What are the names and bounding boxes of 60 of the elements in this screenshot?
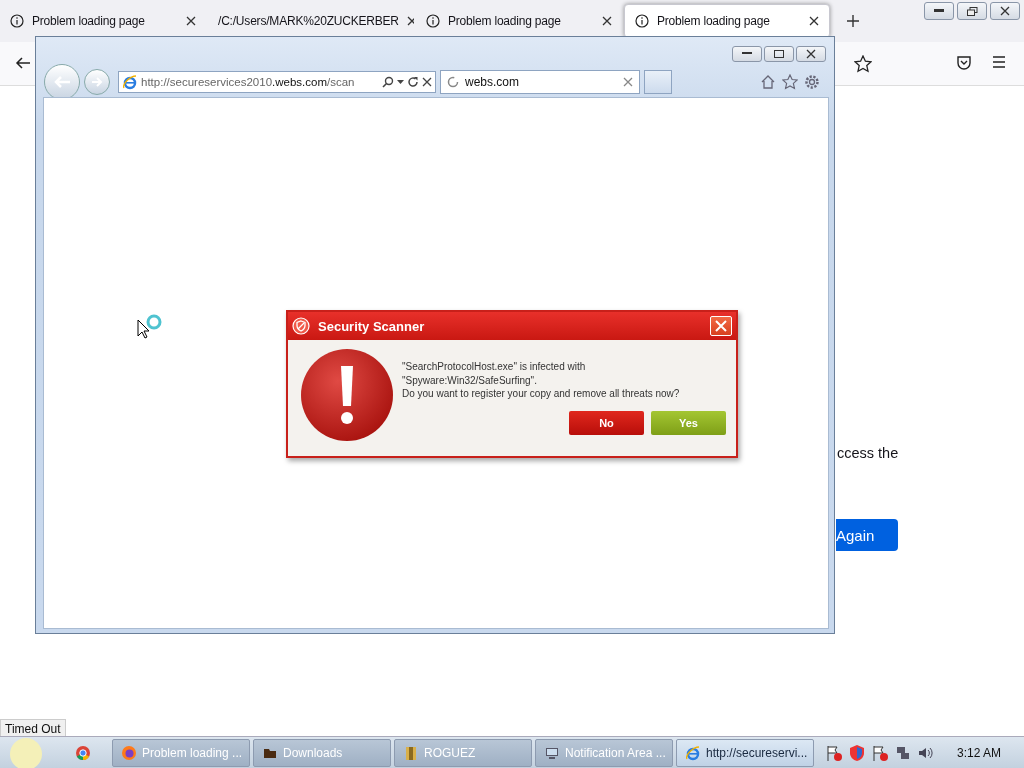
back-icon[interactable] bbox=[15, 55, 31, 71]
status-text: Timed Out bbox=[0, 719, 66, 739]
menu-icon[interactable] bbox=[992, 55, 1006, 69]
maximize-icon bbox=[774, 50, 784, 58]
browser-tab[interactable]: Problem loading page bbox=[624, 4, 830, 38]
close-icon bbox=[715, 320, 727, 332]
minimize-icon bbox=[934, 9, 944, 13]
firefox-icon bbox=[121, 744, 137, 761]
close-icon[interactable] bbox=[602, 16, 612, 26]
flag-icon[interactable] bbox=[871, 743, 889, 762]
busy-cursor-icon bbox=[137, 313, 163, 341]
caret-icon[interactable] bbox=[397, 79, 404, 85]
info-icon bbox=[10, 14, 24, 28]
browser-tab[interactable]: webs.com bbox=[440, 70, 640, 94]
close-icon[interactable] bbox=[1000, 6, 1010, 16]
refresh-icon[interactable] bbox=[407, 76, 419, 88]
network-icon[interactable] bbox=[895, 744, 911, 761]
close-button[interactable] bbox=[796, 46, 826, 62]
forward-arrow-icon bbox=[91, 77, 103, 87]
home-icon[interactable] bbox=[760, 74, 776, 90]
no-button[interactable]: No bbox=[569, 410, 644, 435]
address-field[interactable]: http://secureservices2010.webs.com/scan bbox=[118, 71, 436, 93]
search-icon[interactable] bbox=[382, 76, 394, 88]
info-icon bbox=[426, 14, 440, 28]
restore-icon bbox=[966, 6, 978, 16]
chrome-icon[interactable] bbox=[75, 744, 91, 761]
dialog-title: Security Scanner bbox=[318, 318, 426, 334]
close-icon[interactable] bbox=[806, 49, 816, 59]
close-button[interactable] bbox=[990, 2, 1020, 20]
browser-tab[interactable]: Problem loading page bbox=[416, 4, 622, 38]
flag-icon[interactable] bbox=[825, 743, 843, 762]
page-text: ccess the bbox=[837, 445, 899, 461]
minimize-button[interactable] bbox=[732, 46, 762, 62]
taskbar-button[interactable]: http://secureservi... bbox=[676, 738, 814, 767]
browser-tab[interactable]: /C:/Users/MARK%20ZUCKERBER bbox=[208, 4, 414, 38]
restore-button[interactable] bbox=[957, 2, 987, 20]
dialog-message: "SearchProtocolHost.exe" is infected with "Spyware:Win32/SafeSurfing". Do you want to register your copy and remove all threats now? bbox=[402, 360, 681, 401]
ie-icon bbox=[122, 74, 138, 90]
minimize-button[interactable] bbox=[924, 2, 954, 20]
close-icon[interactable] bbox=[809, 16, 819, 26]
info-icon bbox=[635, 14, 649, 28]
back-arrow-icon bbox=[53, 75, 71, 89]
star-icon[interactable] bbox=[782, 74, 798, 90]
shield-icon bbox=[292, 317, 310, 335]
minimize-icon bbox=[742, 52, 752, 56]
close-icon[interactable] bbox=[186, 16, 196, 26]
try-again-button[interactable]: Again bbox=[836, 519, 898, 551]
settings-icon[interactable] bbox=[804, 74, 820, 90]
close-icon[interactable] bbox=[422, 77, 432, 87]
new-tab-icon[interactable] bbox=[846, 14, 860, 28]
clock[interactable]: 3:12 AM bbox=[957, 745, 1002, 760]
ie-icon bbox=[685, 744, 701, 761]
shield-icon[interactable] bbox=[849, 743, 865, 762]
browser-tab[interactable]: Problem loading page bbox=[0, 4, 206, 38]
close-icon[interactable] bbox=[406, 16, 414, 26]
warning-icon bbox=[300, 348, 394, 442]
pocket-icon[interactable] bbox=[956, 55, 972, 71]
maximize-button[interactable] bbox=[764, 46, 794, 62]
star-icon[interactable] bbox=[854, 55, 872, 73]
loading-icon bbox=[447, 76, 459, 88]
